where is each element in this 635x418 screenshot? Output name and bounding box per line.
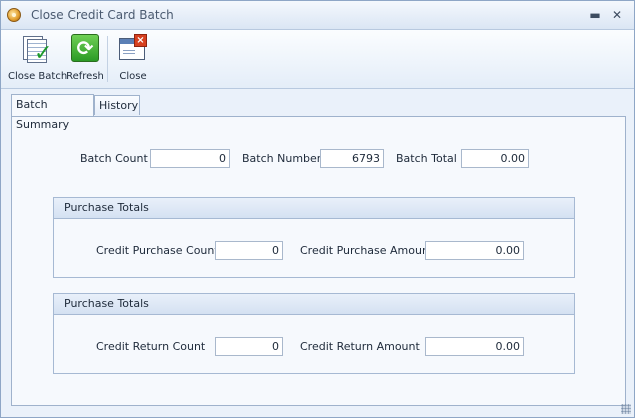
credit-return-count-label: Credit Return Count	[96, 340, 206, 353]
credit-purchase-amount-label: Credit Purchase Amount	[300, 244, 434, 257]
purchase-totals-header: Purchase Totals	[54, 198, 574, 219]
credit-purchase-amount-field[interactable]: 0.00	[425, 241, 524, 260]
return-totals-group: Purchase Totals Credit Return Count 0 Cr…	[53, 293, 575, 374]
batch-summary-panel: Batch Count 0 Batch Number 6793 Batch To…	[11, 116, 626, 406]
toolbar-separator	[107, 36, 108, 82]
tab-history[interactable]: History	[94, 95, 140, 115]
minimize-button[interactable]: ▬	[588, 8, 602, 22]
close-batch-label: Close Batch	[8, 71, 68, 82]
toolbar: ✓ Close Batch ⟳ Refresh × Close	[1, 30, 634, 89]
purchase-totals-group: Purchase Totals Credit Purchase Count 0 …	[53, 197, 575, 278]
credit-return-amount-label: Credit Return Amount	[300, 340, 420, 353]
credit-return-amount-field[interactable]: 0.00	[425, 337, 524, 356]
close-label: Close	[119, 71, 147, 82]
app-icon	[7, 8, 21, 22]
tab-batch-summary[interactable]: Batch Summary	[11, 94, 94, 131]
resize-grip[interactable]	[621, 404, 631, 414]
credit-purchase-count-field[interactable]: 0	[215, 241, 283, 260]
close-batch-button[interactable]: ✓ Close Batch	[8, 34, 68, 82]
refresh-label: Refresh	[66, 71, 104, 82]
batch-count-label: Batch Count	[80, 152, 148, 165]
batch-total-label: Batch Total	[396, 152, 457, 165]
batch-total-field[interactable]: 0.00	[461, 149, 529, 168]
return-totals-header: Purchase Totals	[54, 294, 574, 315]
batch-number-label: Batch Number	[242, 152, 322, 165]
batch-number-field[interactable]: 6793	[320, 149, 384, 168]
close-window-button[interactable]: ✕	[610, 8, 624, 22]
refresh-icon: ⟳	[71, 34, 99, 62]
close-button[interactable]: × Close	[116, 34, 150, 82]
refresh-button[interactable]: ⟳ Refresh	[65, 34, 105, 82]
credit-return-count-field[interactable]: 0	[215, 337, 283, 356]
close-credit-card-batch-window: Close Credit Card Batch ▬ ✕ ✓ Close Batc…	[0, 0, 635, 418]
document-check-icon: ✓	[20, 34, 52, 65]
title-bar: Close Credit Card Batch ▬ ✕	[1, 1, 634, 30]
window-close-icon: ×	[118, 34, 148, 64]
batch-count-field[interactable]: 0	[150, 149, 230, 168]
window-title: Close Credit Card Batch	[31, 8, 174, 22]
credit-purchase-count-label: Credit Purchase Count	[96, 244, 219, 257]
